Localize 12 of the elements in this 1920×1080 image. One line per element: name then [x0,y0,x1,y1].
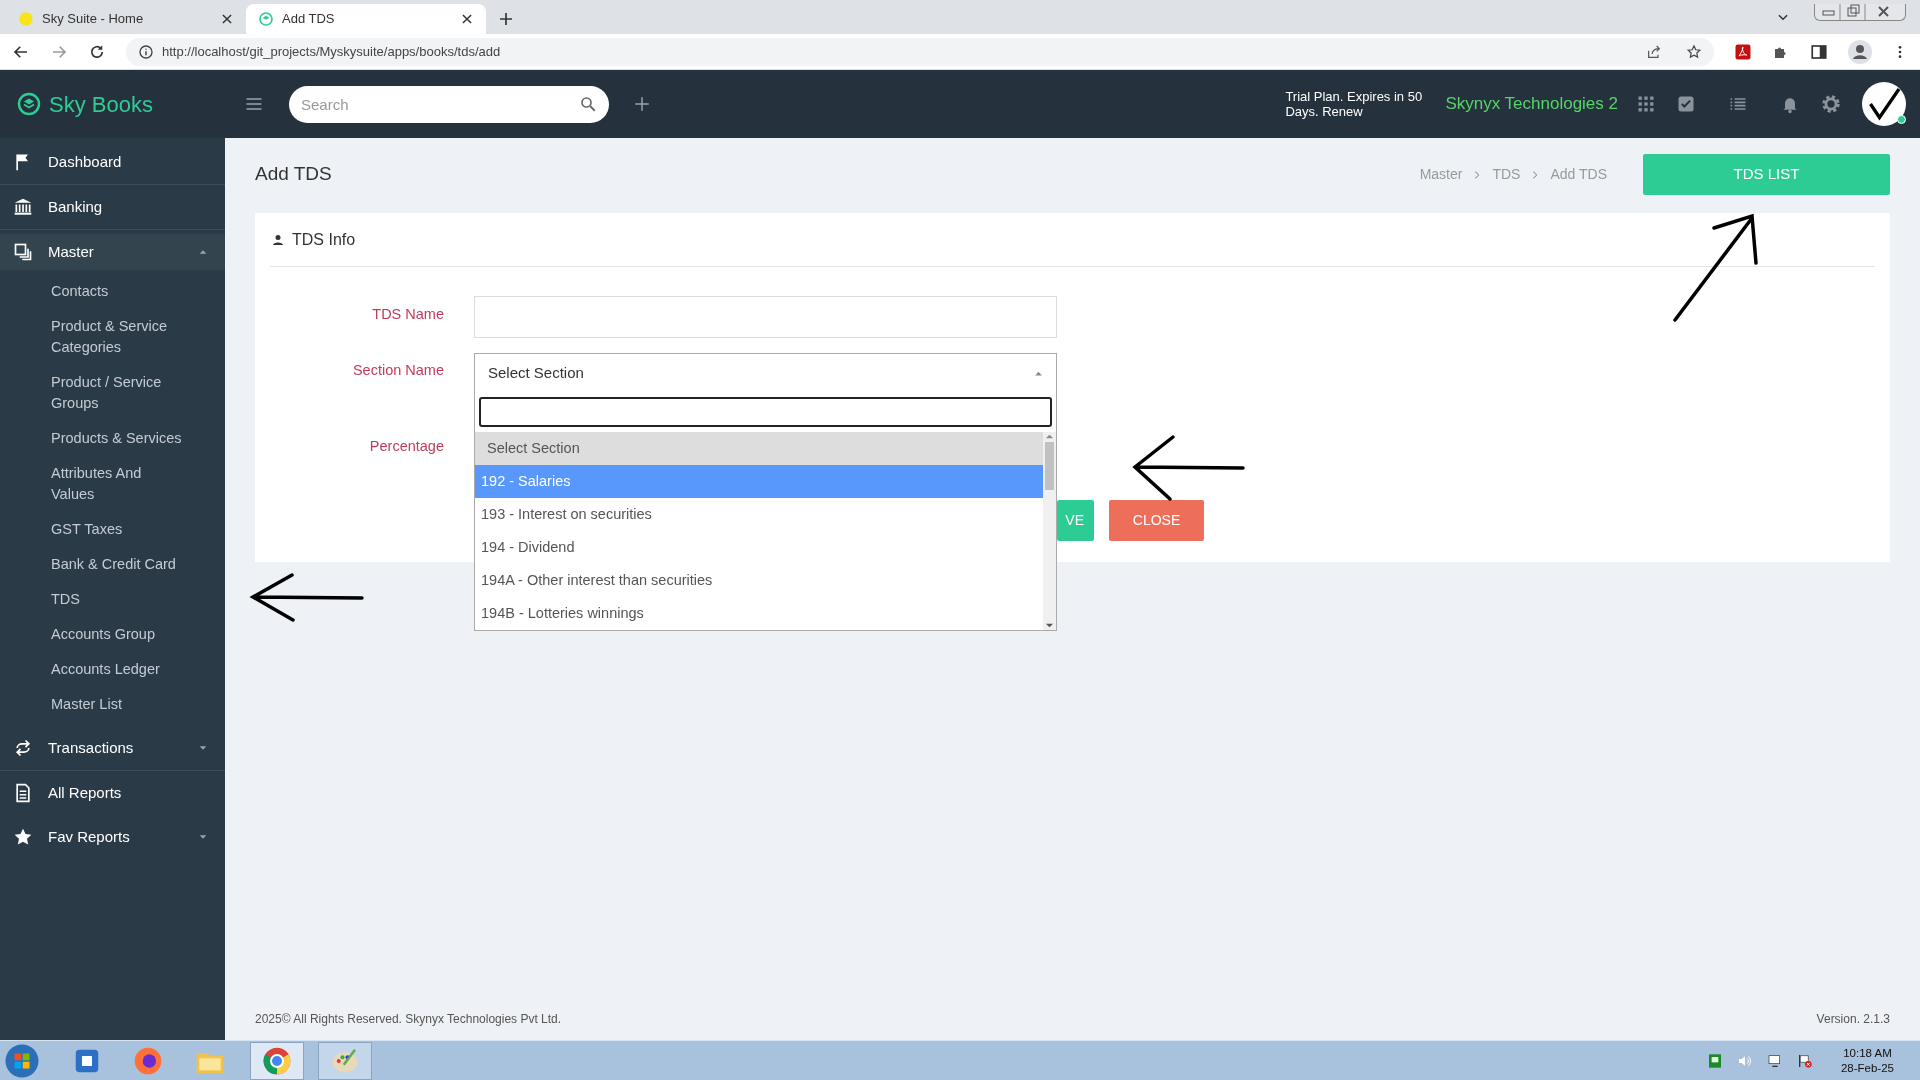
breadcrumb-item: Add TDS [1550,165,1607,184]
page-title: Add TDS [255,162,333,187]
tab-title: Sky Suite - Home [42,10,145,29]
field-label: Percentage [368,437,444,456]
url-text: http://localhost/git_projects/Myskysuite/apps/books/tds/add [162,42,502,61]
copyright-text: 2025© All Rights Reserved. Skynyx Technologies Pvt Ltd. [255,1011,563,1028]
section-title: TDS Info [292,229,356,250]
field-label: TDS Name [371,305,444,324]
version-text: Version. 2.1.3 [1816,1011,1890,1028]
field-label: Section Name [351,361,444,380]
tab-title: Add TDS [282,10,336,29]
brand-name: Sky Books [49,90,153,119]
